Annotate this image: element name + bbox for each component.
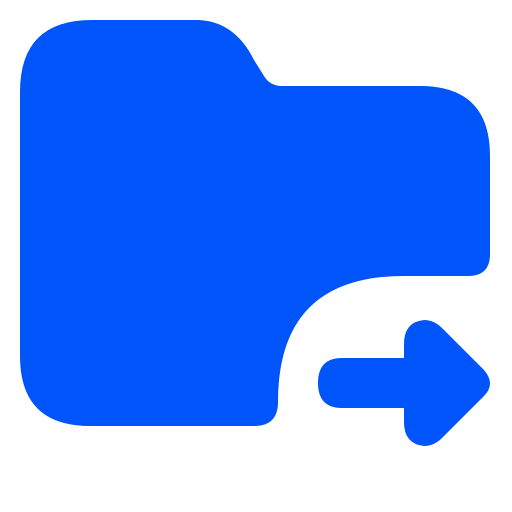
arrow-right-icon: [318, 320, 490, 446]
icon-canvas: [0, 0, 512, 512]
folder-move-icon: [20, 20, 490, 446]
